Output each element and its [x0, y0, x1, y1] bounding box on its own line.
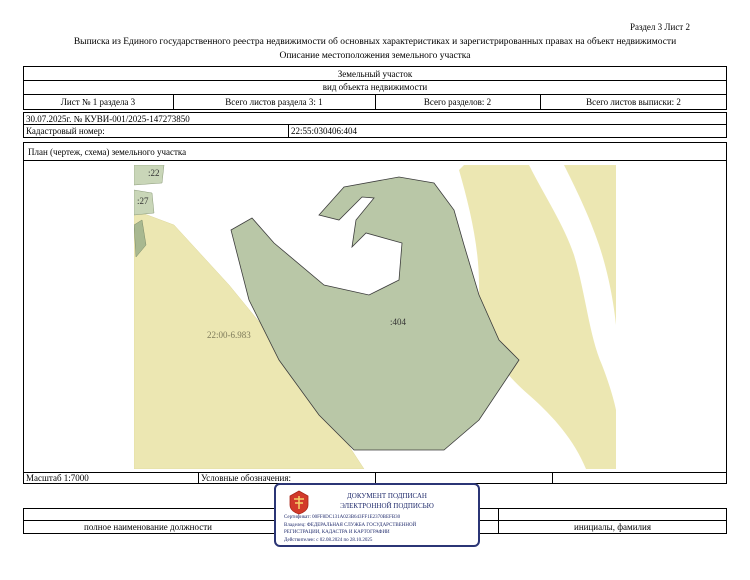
total-sheets-extract: Всего листов выписки: 2	[586, 97, 681, 107]
scale-label: Масштаб 1:7000	[26, 473, 89, 483]
document-title: Выписка из Единого государственного реес…	[73, 37, 677, 47]
section-sheet-label: Раздел 3 Лист 2	[629, 22, 690, 32]
total-sheets-section: Всего листов раздела 3: 1	[225, 97, 323, 107]
stamp-line1: ДОКУМЕНТ ПОДПИСАН	[347, 492, 427, 500]
object-type: Земельный участок	[337, 69, 413, 79]
plan-map	[134, 165, 616, 469]
doc-date-number: 30.07.2025г. № КУВИ-001/2025-147273850	[26, 114, 190, 124]
stamp-owner-cont: РЕГИСТРАЦИИ, КАДАСТРА И КАРТОГРАФИИ	[284, 530, 390, 535]
stamp-validity: Действителен: с 02.08.2024 по 28.10.2025	[284, 538, 373, 543]
cadastral-number: 22:55:030406:404	[291, 126, 358, 136]
stamp-line2: ЭЛЕКТРОННОЙ ПОДПИСЬЮ	[340, 502, 434, 510]
electronic-signature-stamp: ДОКУМЕНТ ПОДПИСАН ЭЛЕКТРОННОЙ ПОДПИСЬЮ С…	[274, 483, 480, 547]
stamp-owner: Владелец: ФЕДЕРАЛЬНАЯ СЛУЖБА ГОСУДАРСТВЕ…	[284, 523, 417, 528]
cadastral-label: Кадастровый номер:	[26, 126, 105, 136]
document-subtitle: Описание местоположения земельного участ…	[279, 51, 471, 61]
name-label: инициалы, фамилия	[574, 522, 651, 532]
plan-label: План (чертеж, схема) земельного участка	[28, 147, 187, 157]
sheet-number: Лист № 1 раздела 3	[60, 97, 136, 107]
position-label: полное наименование должности	[84, 522, 212, 532]
parcel-label-404: :404	[390, 317, 407, 327]
neighbor-label-27: :27	[137, 196, 149, 206]
zone-label: 22:00-6.983	[207, 330, 251, 340]
total-sections: Всего разделов: 2	[423, 97, 492, 107]
object-kind-label: вид объекта недвижимости	[322, 82, 428, 92]
neighbor-label-22: :22	[148, 168, 160, 178]
stamp-certificate: Сертификат: 00FF8DC131A023B643FF1E2370BE…	[284, 515, 401, 520]
